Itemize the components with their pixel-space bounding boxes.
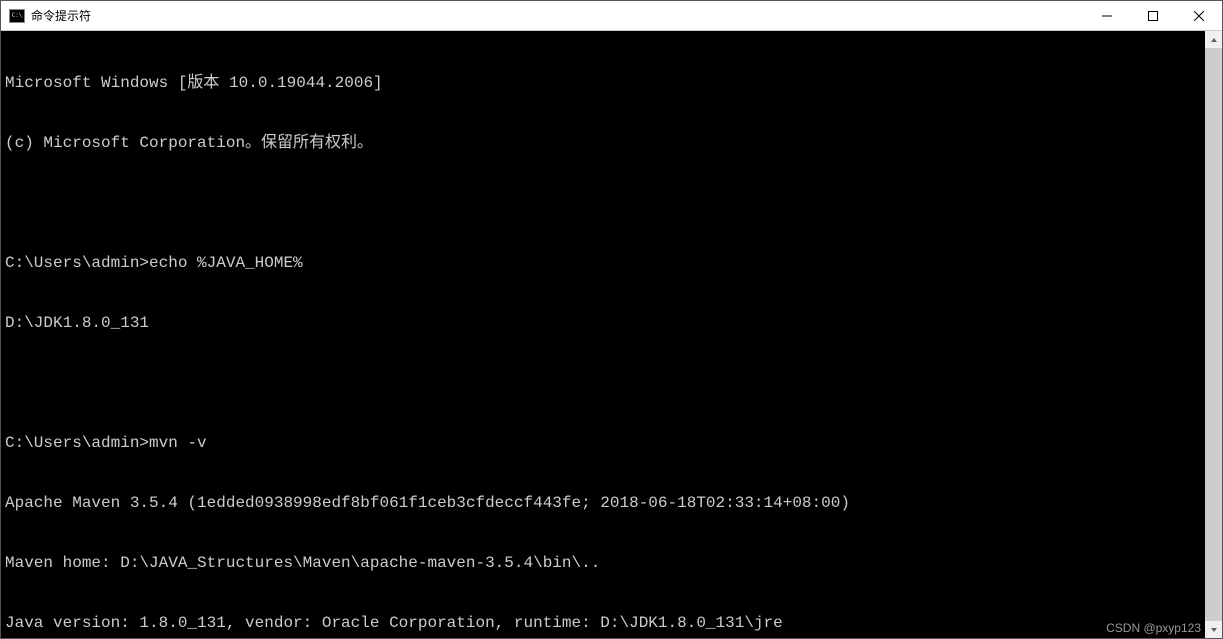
window-title: 命令提示符 <box>31 7 91 24</box>
terminal-line: Maven home: D:\JAVA_Structures\Maven\apa… <box>5 553 1201 573</box>
maximize-icon <box>1148 11 1158 21</box>
terminal-line: C:\Users\admin>echo %JAVA_HOME% <box>5 253 1201 273</box>
titlebar-controls <box>1084 1 1222 30</box>
minimize-button[interactable] <box>1084 1 1130 30</box>
terminal-line: C:\Users\admin>mvn -v <box>5 433 1201 453</box>
terminal-line <box>5 373 1201 393</box>
chevron-up-icon <box>1210 36 1218 44</box>
titlebar[interactable]: 命令提示符 <box>1 1 1222 31</box>
terminal-line: Microsoft Windows [版本 10.0.19044.2006] <box>5 73 1201 93</box>
chevron-down-icon <box>1210 626 1218 634</box>
terminal-wrapper: Microsoft Windows [版本 10.0.19044.2006] (… <box>1 31 1222 638</box>
scroll-up-button[interactable] <box>1205 31 1222 48</box>
terminal-line <box>5 193 1201 213</box>
scroll-track[interactable] <box>1205 48 1222 621</box>
terminal-output[interactable]: Microsoft Windows [版本 10.0.19044.2006] (… <box>1 31 1205 638</box>
minimize-icon <box>1102 11 1112 21</box>
vertical-scrollbar[interactable] <box>1205 31 1222 638</box>
watermark: CSDN @pxyp123 <box>1106 621 1201 635</box>
terminal-line: Apache Maven 3.5.4 (1edded0938998edf8bf0… <box>5 493 1201 513</box>
close-button[interactable] <box>1176 1 1222 30</box>
close-icon <box>1194 11 1204 21</box>
scroll-thumb[interactable] <box>1205 48 1222 621</box>
command-prompt-window: 命令提示符 Microsoft Windows [版本 10.0.19044.2… <box>0 0 1223 639</box>
cmd-icon <box>9 9 25 23</box>
scroll-down-button[interactable] <box>1205 621 1222 638</box>
maximize-button[interactable] <box>1130 1 1176 30</box>
terminal-line: (c) Microsoft Corporation。保留所有权利。 <box>5 133 1201 153</box>
titlebar-left: 命令提示符 <box>1 7 91 24</box>
terminal-line: Java version: 1.8.0_131, vendor: Oracle … <box>5 613 1201 633</box>
terminal-line: D:\JDK1.8.0_131 <box>5 313 1201 333</box>
